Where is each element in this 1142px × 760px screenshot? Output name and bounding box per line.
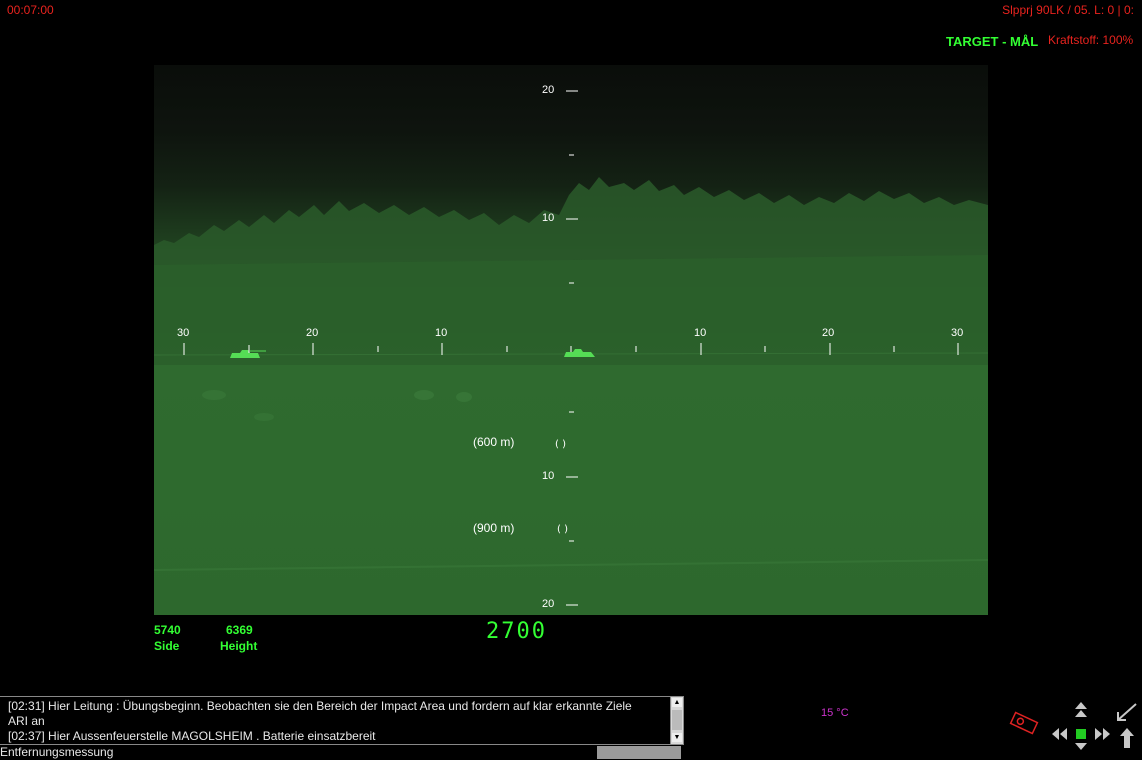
mode-label: TARGET - MÅL [946,34,1039,49]
side-label: Side [154,639,180,653]
mission-clock: 00:07:00 [7,3,54,17]
hscale-label-r30: 30 [951,327,964,339]
hscale-label-l30: 30 [177,327,190,339]
vscale-label-bottom-10: 10 [542,470,555,482]
hscale-label-l10: 10 [435,327,448,339]
temperature-readout: 15 °C [821,707,849,719]
fuel-label: Kraftstoff: 100% [1048,33,1134,47]
svg-text:( ): ( ) [555,439,566,450]
message-log[interactable]: [02:31] Hier Leitung : Übungsbeginn. Beo… [0,696,684,745]
height-label: Height [220,639,258,653]
message-line: ARI an [8,714,45,728]
hscale-label-r10: 10 [694,327,707,339]
progress-bar [597,746,681,759]
status-text: Entfernungsmessung [0,745,114,759]
hscale-label-r20: 20 [822,327,835,339]
side-value: 5740 [154,623,181,637]
message-scrollbar[interactable]: ▲ ▼ [670,697,683,744]
status-bar: Entfernungsmessung [0,744,683,760]
range-readout: 2700 [486,619,547,644]
scroll-thumb[interactable] [672,710,682,730]
reticle-overlay: ( ) ( ) [183,90,959,606]
scroll-up-icon[interactable]: ▲ [672,698,682,707]
range-mark-600: (600 m) [473,435,515,449]
vscale-label-bottom-20: 20 [542,598,555,610]
height-value: 6369 [226,623,253,637]
unit-info: Slpprj 90LK / 05. L: 0 | 0: [1002,3,1134,17]
scroll-down-icon[interactable]: ▼ [672,733,682,742]
pointer-icon[interactable] [1114,702,1140,750]
vscale-label-top-10: 10 [542,212,555,224]
message-line: [02:37] Hier Aussenfeuerstelle MAGOLSHEI… [8,729,376,743]
thermal-sight-view[interactable]: ( ) ( ) 20 10 10 20 30 20 10 10 20 30 (6… [154,65,988,615]
message-line: [02:31] Hier Leitung : Übungsbeginn. Beo… [8,699,632,713]
move-arrows-icon[interactable] [1050,700,1112,752]
svg-text:( ): ( ) [557,524,568,535]
vehicle-icon[interactable] [1006,710,1042,736]
range-mark-900: (900 m) [473,521,515,535]
vscale-label-top-20: 20 [542,84,555,96]
hscale-label-l20: 20 [306,327,319,339]
